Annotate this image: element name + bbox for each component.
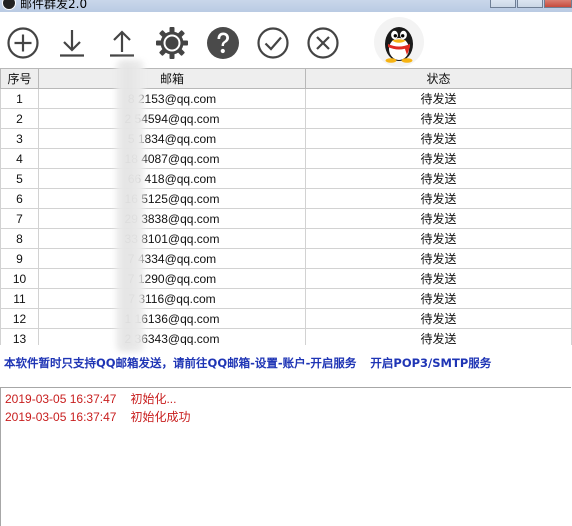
table-row[interactable]: 18 2153@qq.com 待发送 xyxy=(0,88,572,109)
row-number: 9 xyxy=(0,248,39,269)
row-number: 8 xyxy=(0,228,39,249)
app-icon xyxy=(2,0,16,10)
row-status: 待发送 xyxy=(305,128,572,149)
window-title: 邮件群发2.0 xyxy=(20,0,88,11)
table-row[interactable]: 12 1 16136@qq.com 待发送 xyxy=(0,308,572,329)
notice-line-2: 开启POP3/SMTP服务 xyxy=(370,356,492,370)
row-number: 4 xyxy=(0,148,39,169)
log-message: 初始化成功 xyxy=(130,410,191,424)
row-number: 6 xyxy=(0,188,39,209)
row-number: 13 xyxy=(0,328,39,345)
row-email: 1 16136@qq.com xyxy=(38,308,306,329)
row-status: 待发送 xyxy=(305,228,572,249)
table-row[interactable]: 97 4334@qq.com 待发送 xyxy=(0,248,572,269)
table-row[interactable]: 35 1834@qq.com 待发送 xyxy=(0,128,572,149)
row-email: 7 1290@qq.com xyxy=(38,268,306,289)
table-row[interactable]: 10 7 1290@qq.com 待发送 xyxy=(0,268,572,289)
log-time: 2019-03-05 16:37:47 xyxy=(5,392,117,406)
row-email: 2 36343@qq.com xyxy=(38,328,306,345)
table-header-row: 序号 邮箱 状态 xyxy=(0,69,572,89)
row-number: 7 xyxy=(0,208,39,229)
maximize-button[interactable] xyxy=(517,0,543,8)
qq-avatar[interactable] xyxy=(374,17,424,67)
upload-arrow-icon xyxy=(110,30,134,57)
upload-button[interactable] xyxy=(104,25,140,61)
row-email: 33 8101@qq.com xyxy=(38,228,306,249)
notice-line-1: 本软件暂时只支持QQ邮箱发送，请前往QQ邮箱-设置-账户-开启服务 xyxy=(4,356,357,370)
row-email: 7 4334@qq.com xyxy=(38,248,306,269)
help-button[interactable] xyxy=(205,25,241,61)
close-window-button[interactable] xyxy=(544,0,572,8)
qq-penguin-icon xyxy=(385,27,413,63)
row-status: 待发送 xyxy=(305,328,572,345)
column-header-no[interactable]: 序号 xyxy=(0,69,39,89)
row-number: 1 xyxy=(0,88,39,109)
table-row[interactable]: 8 33 8101@qq.com 待发送 xyxy=(0,228,572,249)
row-email: 7 3116@qq.com xyxy=(38,288,306,309)
add-button[interactable] xyxy=(5,25,41,61)
notice-text: 本软件暂时只支持QQ邮箱发送，请前往QQ邮箱-设置-账户-开启服务 开启POP3/… xyxy=(4,355,570,371)
download-arrow-icon xyxy=(60,30,84,57)
column-header-email[interactable]: 邮箱 xyxy=(38,69,306,89)
row-email: 2 54594@qq.com xyxy=(38,108,306,129)
question-icon xyxy=(207,27,239,59)
row-email: 5 1834@qq.com xyxy=(38,128,306,149)
row-email: 29 3838@qq.com xyxy=(38,208,306,229)
row-status: 待发送 xyxy=(305,148,572,169)
log-time: 2019-03-05 16:37:47 xyxy=(5,410,117,424)
row-status: 待发送 xyxy=(305,268,572,289)
row-status: 待发送 xyxy=(305,288,572,309)
table-row[interactable]: 4 18 4087@qq.com 待发送 xyxy=(0,148,572,169)
row-status: 待发送 xyxy=(305,188,572,209)
row-email: 8 2153@qq.com xyxy=(38,88,306,109)
row-number: 11 xyxy=(0,288,39,309)
row-number: 3 xyxy=(0,128,39,149)
table-row[interactable]: 11 7 3116@qq.com 待发送 xyxy=(0,288,572,309)
table-row[interactable]: 7 29 3838@qq.com 待发送 xyxy=(0,208,572,229)
title-bar: 邮件群发2.0 xyxy=(0,0,572,12)
minimize-button[interactable] xyxy=(490,0,516,8)
gear-icon xyxy=(156,27,188,59)
row-email: 18 4087@qq.com xyxy=(38,148,306,169)
column-header-status[interactable]: 状态 xyxy=(305,69,572,89)
log-message: 初始化... xyxy=(130,392,177,406)
log-entry: 2019-03-05 16:37:47 初始化成功 xyxy=(5,408,190,425)
row-status: 待发送 xyxy=(305,308,572,329)
row-number: 12 xyxy=(0,308,39,329)
table-row[interactable]: 22 54594@qq.com 待发送 xyxy=(0,108,572,129)
plus-circle-icon xyxy=(7,27,39,59)
download-button[interactable] xyxy=(54,25,90,61)
log-area[interactable]: 2019-03-05 16:37:47 初始化... 2019-03-05 16:… xyxy=(0,387,571,526)
row-status: 待发送 xyxy=(305,168,572,189)
x-circle-icon xyxy=(307,27,339,59)
log-entry: 2019-03-05 16:37:47 初始化... xyxy=(5,390,176,407)
row-number: 2 xyxy=(0,108,39,129)
checkmark-circle-icon xyxy=(257,27,289,59)
table-row[interactable]: 6 16 5125@qq.com 待发送 xyxy=(0,188,572,209)
start-button[interactable] xyxy=(255,25,291,61)
table-row[interactable]: 5 66 418@qq.com 待发送 xyxy=(0,168,572,189)
settings-button[interactable] xyxy=(154,25,190,61)
stop-button[interactable] xyxy=(305,25,341,61)
table-row[interactable]: 13 2 36343@qq.com 待发送 xyxy=(0,328,572,345)
row-status: 待发送 xyxy=(305,208,572,229)
row-email: 16 5125@qq.com xyxy=(38,188,306,209)
privacy-blur xyxy=(116,60,144,352)
email-table: 序号 邮箱 状态 18 2153@qq.com 待发送 2 2 54594@qq.co… xyxy=(0,68,572,345)
toolbar xyxy=(0,12,572,68)
row-status: 待发送 xyxy=(305,248,572,269)
row-number: 10 xyxy=(0,268,39,289)
row-number: 5 xyxy=(0,168,39,189)
row-email: 66 418@qq.com xyxy=(38,168,306,189)
row-status: 待发送 xyxy=(305,88,572,109)
row-status: 待发送 xyxy=(305,108,572,129)
